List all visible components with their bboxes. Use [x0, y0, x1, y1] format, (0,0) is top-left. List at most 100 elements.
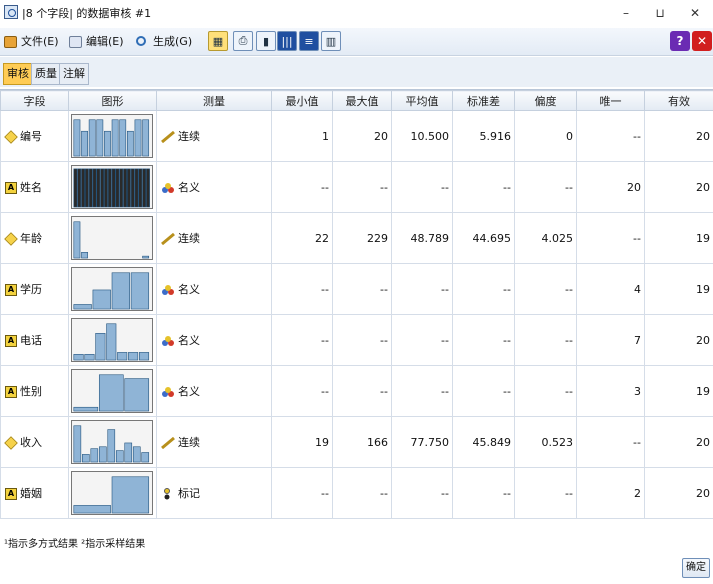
mean-cell: 77.750 — [391, 416, 453, 468]
grid-icon[interactable]: ▥ — [321, 31, 341, 51]
histogram-bar — [111, 168, 116, 208]
mini-histogram[interactable] — [71, 318, 153, 362]
field-name: 收入 — [20, 436, 42, 449]
header-std[interactable]: 标准差 — [452, 90, 515, 111]
mini-histogram[interactable] — [71, 267, 153, 311]
measure-cell: 连续 — [156, 110, 272, 162]
measure-cell: 连续 — [156, 212, 272, 264]
rows-icon[interactable]: ≡ — [299, 31, 319, 51]
unique-cell: 4 — [576, 263, 645, 315]
table-row[interactable]: A 电话 名义 -- -- -- -- -- 7 20 — [0, 314, 713, 366]
graph-cell[interactable] — [68, 212, 157, 264]
max-cell: -- — [332, 467, 392, 519]
table-row[interactable]: 收入 连续 19 166 77.750 45.849 0.523 -- 20 — [0, 416, 713, 468]
graph-cell[interactable] — [68, 263, 157, 315]
mean-cell: 10.500 — [391, 110, 453, 162]
tab-quality[interactable]: 质量 — [31, 63, 61, 85]
mini-histogram[interactable] — [71, 420, 153, 464]
header-min[interactable]: 最小值 — [271, 90, 333, 111]
menu-generate[interactable]: 生成(G) — [136, 34, 192, 50]
histogram-bar — [98, 446, 107, 463]
graph-cell[interactable] — [68, 110, 157, 162]
unique-cell: 20 — [576, 161, 645, 213]
std-cell: -- — [452, 314, 515, 366]
mini-histogram[interactable] — [71, 114, 153, 158]
histogram-bar — [142, 168, 147, 208]
ruler-icon — [161, 232, 175, 246]
histogram-bar — [124, 378, 150, 412]
mean-cell: -- — [391, 365, 453, 417]
graph-cell[interactable] — [68, 467, 157, 519]
header-mean[interactable]: 平均值 — [391, 90, 453, 111]
field-cell: A 姓名 — [0, 161, 69, 213]
skew-cell: 0.523 — [514, 416, 577, 468]
measure-cell: 名义 — [156, 161, 272, 213]
header-valid[interactable]: 有效 — [644, 90, 713, 111]
mini-histogram[interactable] — [71, 165, 153, 209]
measure-label: 标记 — [178, 487, 200, 500]
mini-histogram[interactable] — [71, 471, 153, 515]
measure-cell: 连续 — [156, 416, 272, 468]
histogram-bar — [130, 168, 135, 208]
field-name: 性别 — [20, 385, 42, 398]
close-red-icon[interactable]: ✕ — [692, 31, 712, 51]
header-unique[interactable]: 唯一 — [576, 90, 645, 111]
header-field[interactable]: 字段 — [0, 90, 69, 111]
header-measure[interactable]: 测量 — [156, 90, 272, 111]
ok-button[interactable]: 确定 — [682, 558, 710, 578]
unique-cell: 2 — [576, 467, 645, 519]
measure-label: 名义 — [178, 283, 200, 296]
histogram-bar — [107, 429, 116, 463]
skew-cell: -- — [514, 365, 577, 417]
table-row[interactable]: 年龄 连续 22 229 48.789 44.695 4.025 -- 19 — [0, 212, 713, 264]
chart-icon[interactable]: ▮ — [256, 31, 276, 51]
table-row[interactable]: A 婚姻 标记 -- -- -- -- -- 2 20 — [0, 467, 713, 519]
histogram-bar — [82, 454, 90, 463]
histogram-bar — [77, 168, 82, 208]
measure-label: 名义 — [178, 385, 200, 398]
table-row[interactable]: A 性别 名义 -- -- -- -- -- 3 19 — [0, 365, 713, 417]
table-row[interactable]: A 学历 名义 -- -- -- -- -- 4 19 — [0, 263, 713, 315]
histogram-bar — [96, 168, 101, 208]
valid-cell: 20 — [644, 314, 713, 366]
restore-button[interactable]: ⊔ — [643, 2, 677, 24]
columns-icon[interactable]: ||| — [277, 31, 297, 51]
field-name: 年龄 — [20, 232, 42, 245]
histogram-bar — [92, 289, 111, 310]
histogram-bar — [107, 168, 112, 208]
graph-cell[interactable] — [68, 314, 157, 366]
graph-cell[interactable] — [68, 416, 157, 468]
max-cell: -- — [332, 314, 392, 366]
help-icon[interactable]: ? — [670, 31, 690, 51]
menu-edit[interactable]: 编辑(E) — [69, 34, 124, 50]
histogram-bar — [126, 130, 134, 157]
tab-audit[interactable]: 审核 — [3, 63, 33, 85]
graph-cell[interactable] — [68, 161, 157, 213]
header-skew[interactable]: 偏度 — [514, 90, 577, 111]
tab-annotation[interactable]: 注解 — [59, 63, 89, 85]
std-cell: -- — [452, 161, 515, 213]
histogram-bar — [106, 323, 117, 361]
menu-file[interactable]: 文件(E) — [4, 34, 59, 50]
ruler-icon — [161, 130, 175, 144]
graph-cell[interactable] — [68, 365, 157, 417]
close-button[interactable]: ✕ — [678, 2, 712, 24]
histogram-bar — [111, 272, 130, 310]
histogram-bar — [81, 168, 85, 208]
mini-histogram[interactable] — [71, 216, 153, 260]
header-max[interactable]: 最大值 — [332, 90, 392, 111]
print-icon[interactable]: ⎙ — [233, 31, 253, 51]
measure-cell: 名义 — [156, 365, 272, 417]
mini-histogram[interactable] — [71, 369, 153, 413]
histogram-bar — [98, 374, 124, 412]
table-view-icon[interactable]: ▦ — [208, 31, 228, 51]
table-row[interactable]: 编号 连续 1 20 10.500 5.916 0 -- 20 — [0, 110, 713, 162]
minimize-button[interactable]: – — [609, 2, 643, 24]
table-row[interactable]: A 姓名 名义 -- -- -- -- -- 20 20 — [0, 161, 713, 213]
header-graph[interactable]: 图形 — [68, 90, 157, 111]
skew-cell: -- — [514, 263, 577, 315]
mean-cell: 48.789 — [391, 212, 453, 264]
field-name: 姓名 — [20, 181, 42, 194]
min-cell: -- — [271, 263, 333, 315]
unique-cell: -- — [576, 416, 645, 468]
